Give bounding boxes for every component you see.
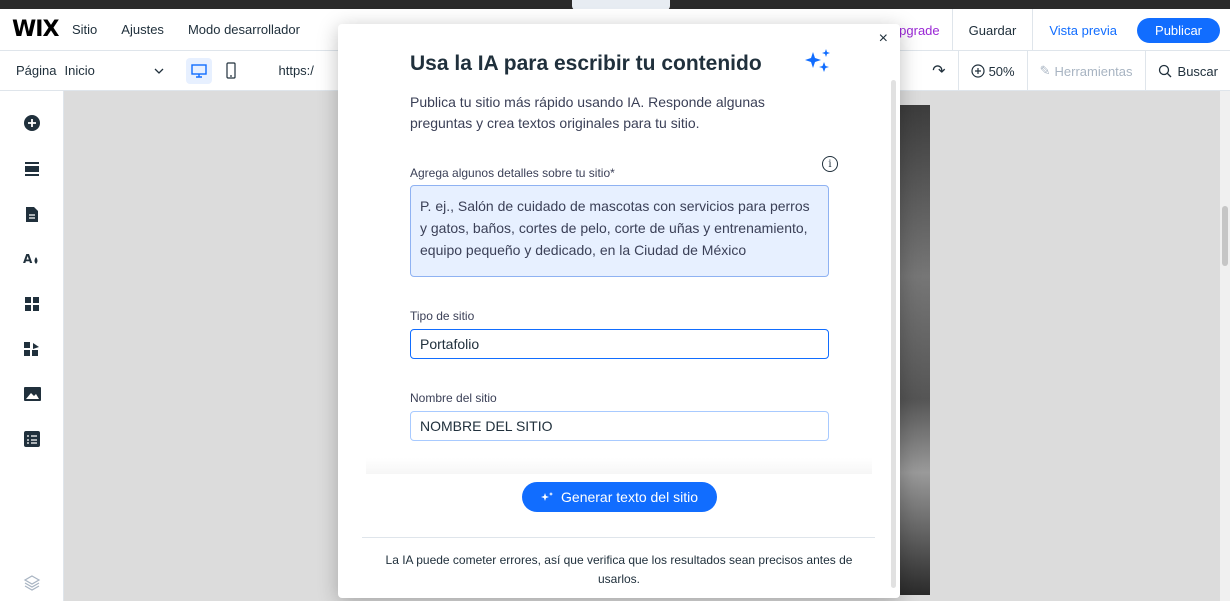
canvas-scroll-thumb[interactable]: [1222, 206, 1228, 266]
search-icon: [1158, 64, 1171, 78]
page-label: Página: [16, 63, 57, 78]
save-button[interactable]: Guardar: [953, 9, 1034, 51]
zoom-in-icon: [970, 64, 985, 78]
media-icon[interactable]: [22, 384, 42, 404]
content-fade: [366, 458, 872, 474]
theme-icon[interactable]: A: [22, 249, 42, 269]
site-type-input[interactable]: Portafolio: [410, 329, 829, 359]
site-url[interactable]: https:/: [278, 63, 313, 78]
tools-button[interactable]: ✎ Herramientas: [1028, 51, 1146, 91]
details-textarea[interactable]: P. ej., Salón de cuidado de mascotas con…: [410, 185, 829, 277]
preview-button[interactable]: Vista previa: [1033, 9, 1133, 51]
sparkle-small-icon: [541, 492, 554, 501]
top-right-actions: z Upgrade Guardar Vista previa Publicar: [868, 9, 1230, 51]
search-button[interactable]: Buscar: [1146, 51, 1230, 91]
menu-sitio[interactable]: Sitio: [72, 22, 97, 37]
cms-icon[interactable]: [22, 429, 42, 449]
details-label: Agrega algunos detalles sobre tu sitio*: [410, 166, 615, 180]
canvas-scrollbar[interactable]: [1220, 91, 1230, 601]
page-selector[interactable]: Inicio: [64, 63, 134, 78]
zoom-control[interactable]: 50%: [959, 51, 1028, 91]
toolbar-right: ↷ 50% ✎ Herramientas Buscar: [920, 51, 1230, 91]
desktop-view-icon[interactable]: [186, 57, 213, 84]
ai-disclaimer: La IA puede cometer errores, así que ver…: [385, 553, 853, 586]
footer-divider: [362, 537, 875, 538]
search-label: Buscar: [1177, 63, 1218, 79]
tools-label: Herramientas: [1054, 63, 1133, 79]
svg-text:A: A: [23, 252, 33, 266]
menu-modo-desarrollador[interactable]: Modo desarrollador: [188, 22, 300, 37]
menu-ajustes[interactable]: Ajustes: [121, 22, 164, 37]
chevron-down-icon[interactable]: [154, 65, 164, 77]
dialog-subtitle: Publica tu sitio más rápido usando IA. R…: [410, 94, 765, 131]
layers-icon[interactable]: [22, 573, 42, 593]
ai-text-dialog: × Usa la IA para escribir tu contenido P…: [338, 24, 900, 598]
wix-logo[interactable]: WIX: [12, 17, 72, 42]
dialog-scrollbar[interactable]: [891, 80, 896, 588]
tools-icon: ✎: [1039, 63, 1051, 78]
pages-icon[interactable]: [22, 204, 42, 224]
left-sidebar: A: [0, 91, 64, 601]
site-name-input[interactable]: NOMBRE DEL SITIO: [410, 411, 829, 441]
ai-sparkle-icon: [804, 48, 834, 79]
info-icon[interactable]: i: [822, 156, 838, 172]
site-name-label: Nombre del sitio: [410, 391, 497, 405]
apps-icon[interactable]: [22, 294, 42, 314]
add-elements-icon[interactable]: [22, 113, 42, 133]
site-hero-image[interactable]: [900, 105, 930, 595]
generate-text-label: Generar texto del sitio: [561, 489, 698, 505]
add-section-icon[interactable]: [22, 159, 42, 179]
redo-icon[interactable]: ↷: [920, 51, 959, 91]
dialog-title: Usa la IA para escribir tu contenido: [410, 52, 762, 75]
business-apps-icon[interactable]: [22, 339, 42, 359]
generate-text-button[interactable]: Generar texto del sitio: [522, 482, 717, 512]
close-icon[interactable]: ×: [879, 30, 888, 48]
publish-button[interactable]: Publicar: [1137, 17, 1220, 43]
zoom-level: 50%: [988, 63, 1015, 79]
mobile-view-icon[interactable]: [218, 58, 244, 84]
site-type-label: Tipo de sitio: [410, 309, 475, 323]
